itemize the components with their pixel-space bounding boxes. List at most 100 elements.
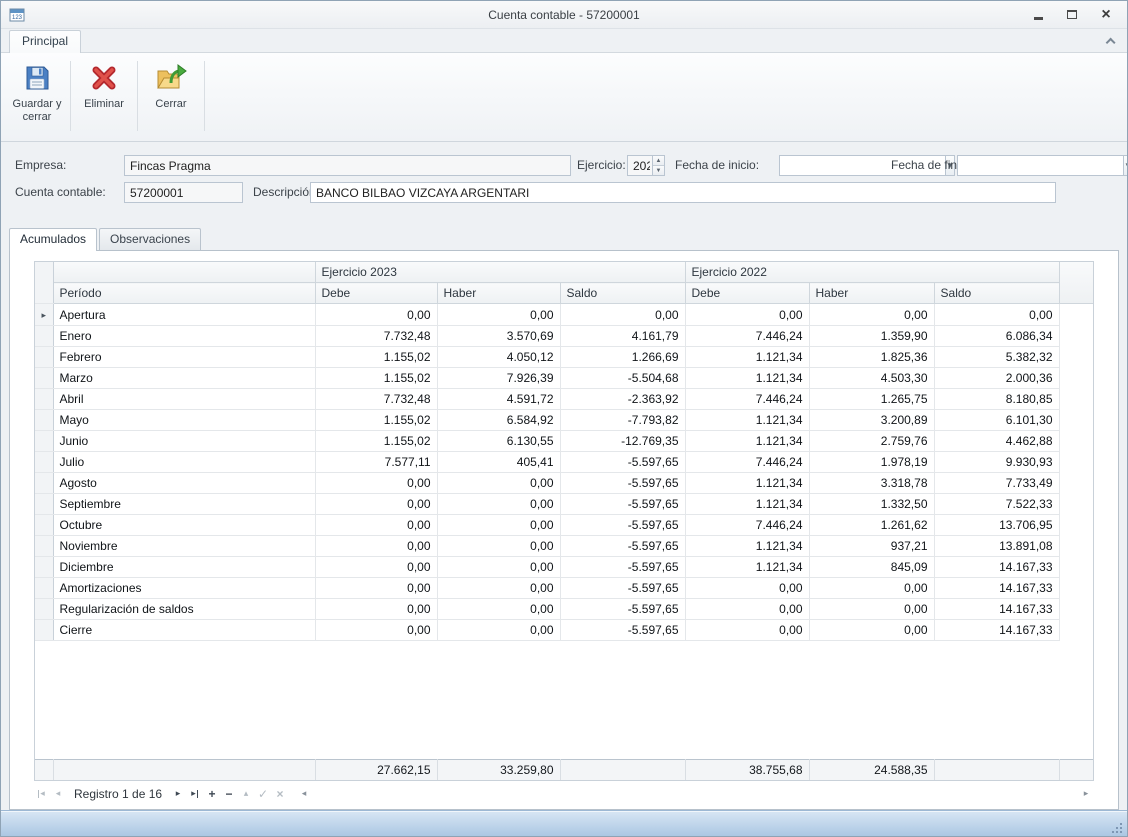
maximize-button[interactable] bbox=[1063, 7, 1081, 23]
value-cell[interactable]: 0,00 bbox=[315, 620, 437, 641]
table-row[interactable]: Febrero1.155,024.050,121.266,691.121,341… bbox=[35, 347, 1093, 368]
value-cell[interactable]: -5.597,65 bbox=[560, 494, 685, 515]
period-cell[interactable]: Junio bbox=[53, 431, 315, 452]
value-cell[interactable]: 4.462,88 bbox=[934, 431, 1059, 452]
value-cell[interactable]: 3.570,69 bbox=[437, 326, 560, 347]
value-cell[interactable]: 0,00 bbox=[437, 599, 560, 620]
table-row[interactable]: Julio7.577,11405,41-5.597,657.446,241.97… bbox=[35, 452, 1093, 473]
period-cell[interactable]: Marzo bbox=[53, 368, 315, 389]
value-cell[interactable]: -2.363,92 bbox=[560, 389, 685, 410]
value-cell[interactable]: 0,00 bbox=[315, 304, 437, 326]
period-cell[interactable]: Regularización de saldos bbox=[53, 599, 315, 620]
nav-edit-button[interactable]: ▴ bbox=[239, 786, 253, 801]
spin-up-icon[interactable]: ▲ bbox=[653, 156, 664, 165]
value-cell[interactable]: 0,00 bbox=[685, 620, 809, 641]
column-header-6[interactable]: Saldo bbox=[934, 283, 1059, 304]
period-cell[interactable]: Apertura bbox=[53, 304, 315, 326]
value-cell[interactable]: 7.733,49 bbox=[934, 473, 1059, 494]
value-cell[interactable]: -7.793,82 bbox=[560, 410, 685, 431]
save-and-close-button[interactable]: Guardar y cerrar bbox=[8, 57, 66, 135]
scroll-left-icon[interactable]: ◂ bbox=[296, 788, 312, 799]
value-cell[interactable]: 0,00 bbox=[315, 536, 437, 557]
value-cell[interactable]: 1.359,90 bbox=[809, 326, 934, 347]
scroll-right-icon[interactable]: ▸ bbox=[1078, 788, 1094, 799]
value-cell[interactable]: 0,00 bbox=[685, 578, 809, 599]
table-row[interactable]: Noviembre0,000,00-5.597,651.121,34937,21… bbox=[35, 536, 1093, 557]
period-cell[interactable]: Amortizaciones bbox=[53, 578, 315, 599]
value-cell[interactable]: 6.086,34 bbox=[934, 326, 1059, 347]
value-cell[interactable]: 7.926,39 bbox=[437, 368, 560, 389]
value-cell[interactable]: 1.121,34 bbox=[685, 557, 809, 578]
value-cell[interactable]: -5.504,68 bbox=[560, 368, 685, 389]
value-cell[interactable]: 3.318,78 bbox=[809, 473, 934, 494]
ribbon-collapse-button[interactable] bbox=[1097, 32, 1119, 50]
value-cell[interactable]: 0,00 bbox=[315, 515, 437, 536]
value-cell[interactable]: 0,00 bbox=[437, 515, 560, 536]
nav-cancel-button[interactable]: × bbox=[273, 786, 287, 801]
table-row[interactable]: Enero7.732,483.570,694.161,797.446,241.3… bbox=[35, 326, 1093, 347]
table-row[interactable]: Septiembre0,000,00-5.597,651.121,341.332… bbox=[35, 494, 1093, 515]
spin-down-icon[interactable]: ▼ bbox=[653, 165, 664, 175]
value-cell[interactable]: 0,00 bbox=[437, 620, 560, 641]
value-cell[interactable]: 7.446,24 bbox=[685, 452, 809, 473]
value-cell[interactable]: 0,00 bbox=[809, 304, 934, 326]
value-cell[interactable]: 1.121,34 bbox=[685, 473, 809, 494]
tab-observaciones[interactable]: Observaciones bbox=[99, 228, 201, 250]
table-row[interactable]: Octubre0,000,00-5.597,657.446,241.261,62… bbox=[35, 515, 1093, 536]
value-cell[interactable]: 0,00 bbox=[315, 578, 437, 599]
value-cell[interactable]: 0,00 bbox=[560, 304, 685, 326]
value-cell[interactable]: 2.000,36 bbox=[934, 368, 1059, 389]
value-cell[interactable]: 7.732,48 bbox=[315, 389, 437, 410]
column-header-0[interactable]: Período bbox=[53, 283, 315, 304]
value-cell[interactable]: 0,00 bbox=[809, 620, 934, 641]
delete-button[interactable]: Eliminar bbox=[75, 57, 133, 135]
value-cell[interactable]: 1.266,69 bbox=[560, 347, 685, 368]
table-row[interactable]: ▸Apertura0,000,000,000,000,000,00 bbox=[35, 304, 1093, 326]
table-row[interactable]: Amortizaciones0,000,00-5.597,650,000,001… bbox=[35, 578, 1093, 599]
table-row[interactable]: Marzo1.155,027.926,39-5.504,681.121,344.… bbox=[35, 368, 1093, 389]
table-row[interactable]: Regularización de saldos0,000,00-5.597,6… bbox=[35, 599, 1093, 620]
value-cell[interactable]: -5.597,65 bbox=[560, 536, 685, 557]
value-cell[interactable]: 7.577,11 bbox=[315, 452, 437, 473]
column-header-3[interactable]: Saldo bbox=[560, 283, 685, 304]
value-cell[interactable]: 7.732,48 bbox=[315, 326, 437, 347]
value-cell[interactable]: 1.121,34 bbox=[685, 347, 809, 368]
period-cell[interactable]: Julio bbox=[53, 452, 315, 473]
value-cell[interactable]: 1.155,02 bbox=[315, 410, 437, 431]
value-cell[interactable]: 9.930,93 bbox=[934, 452, 1059, 473]
value-cell[interactable]: 3.200,89 bbox=[809, 410, 934, 431]
scrollbar-track[interactable] bbox=[312, 785, 1078, 802]
fecha-fin-field[interactable] bbox=[957, 155, 1123, 176]
table-row[interactable]: Agosto0,000,00-5.597,651.121,343.318,787… bbox=[35, 473, 1093, 494]
value-cell[interactable]: 4.503,30 bbox=[809, 368, 934, 389]
value-cell[interactable]: 6.130,55 bbox=[437, 431, 560, 452]
value-cell[interactable]: 6.101,30 bbox=[934, 410, 1059, 431]
period-cell[interactable]: Abril bbox=[53, 389, 315, 410]
nav-prev-button[interactable]: ◂ bbox=[51, 786, 65, 801]
value-cell[interactable]: 0,00 bbox=[437, 494, 560, 515]
value-cell[interactable]: 1.121,34 bbox=[685, 431, 809, 452]
value-cell[interactable]: -5.597,65 bbox=[560, 620, 685, 641]
value-cell[interactable]: 0,00 bbox=[315, 494, 437, 515]
ribbon-tab-principal[interactable]: Principal bbox=[9, 30, 81, 53]
value-cell[interactable]: 2.759,76 bbox=[809, 431, 934, 452]
close-form-button[interactable]: Cerrar bbox=[142, 57, 200, 135]
value-cell[interactable]: 6.584,92 bbox=[437, 410, 560, 431]
value-cell[interactable]: -5.597,65 bbox=[560, 599, 685, 620]
table-row[interactable]: Diciembre0,000,00-5.597,651.121,34845,09… bbox=[35, 557, 1093, 578]
value-cell[interactable]: 1.155,02 bbox=[315, 431, 437, 452]
period-cell[interactable]: Agosto bbox=[53, 473, 315, 494]
value-cell[interactable]: 1.121,34 bbox=[685, 536, 809, 557]
value-cell[interactable]: 0,00 bbox=[437, 304, 560, 326]
value-cell[interactable]: 14.167,33 bbox=[934, 578, 1059, 599]
value-cell[interactable]: 7.522,33 bbox=[934, 494, 1059, 515]
value-cell[interactable]: 1.825,36 bbox=[809, 347, 934, 368]
value-cell[interactable]: 0,00 bbox=[685, 304, 809, 326]
value-cell[interactable]: -5.597,65 bbox=[560, 452, 685, 473]
value-cell[interactable]: 13.891,08 bbox=[934, 536, 1059, 557]
value-cell[interactable]: 5.382,32 bbox=[934, 347, 1059, 368]
period-cell[interactable]: Febrero bbox=[53, 347, 315, 368]
value-cell[interactable]: 937,21 bbox=[809, 536, 934, 557]
value-cell[interactable]: -5.597,65 bbox=[560, 515, 685, 536]
nav-first-button[interactable]: ◂ bbox=[34, 786, 48, 801]
